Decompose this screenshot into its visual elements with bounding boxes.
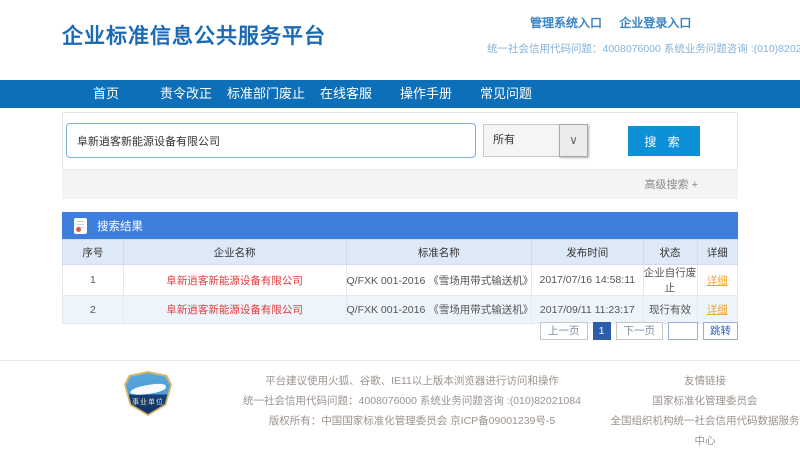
col-status: 状态 xyxy=(643,240,697,265)
results-title: 搜索结果 xyxy=(97,218,143,234)
status-text: 企业自行废止 xyxy=(643,265,697,296)
nav-item-online-service[interactable]: 在线客服 xyxy=(306,80,386,108)
nav-item-faq[interactable]: 常见问题 xyxy=(466,80,546,108)
footer-link-code-center[interactable]: 全国组织机构统一社会信用代码数据服务中心 xyxy=(610,411,800,451)
chevron-down-icon[interactable]: ∨ xyxy=(559,124,588,157)
nav-item-dept-repeal[interactable]: 标准部门废止 xyxy=(226,80,306,108)
search-button[interactable]: 搜 索 xyxy=(628,126,700,156)
col-detail: 详细 xyxy=(697,240,738,265)
page-header: 企业标准信息公共服务平台 管理系统入口 企业登录入口 统一社会信用代码问题：40… xyxy=(0,0,800,80)
search-panel: 所有 ∨ 搜 索 xyxy=(62,112,738,169)
company-link[interactable]: 阜新逍客新能源设备有限公司 xyxy=(166,304,303,316)
page-jump-input[interactable] xyxy=(668,322,698,340)
results-section: 搜索结果 序号 企业名称 标准名称 发布时间 状态 详细 1 阜新逍客新能源设备… xyxy=(62,212,738,324)
row-index: 2 xyxy=(63,296,124,324)
publish-time: 2017/09/11 11:23:17 xyxy=(532,296,643,324)
header-contact-info: 统一社会信用代码问题：4008076000 系统业务问题咨询 :(010)820… xyxy=(487,41,800,56)
footer-copyright-line: 版权所有：中国国家标准化管理委员会 京ICP备09001239号-5 xyxy=(214,411,610,431)
filter-select[interactable]: 所有 xyxy=(483,124,559,157)
results-header-bar: 搜索结果 xyxy=(62,212,738,239)
publish-time: 2017/07/16 14:58:11 xyxy=(532,265,643,296)
badge-swoosh-decoration xyxy=(130,383,167,397)
document-icon xyxy=(74,218,87,234)
main-nav: 首页 责令改正 标准部门废止 在线客服 操作手册 常见问题 xyxy=(0,80,800,108)
status-text: 现行有效 xyxy=(643,296,697,324)
page-jump-button[interactable]: 跳转 xyxy=(703,322,738,340)
company-link[interactable]: 阜新逍客新能源设备有限公司 xyxy=(166,275,303,287)
col-standard: 标准名称 xyxy=(346,240,532,265)
nav-item-order-correction[interactable]: 责令改正 xyxy=(146,80,226,108)
detail-link[interactable]: 详细 xyxy=(707,304,728,316)
advanced-search-strip: 高级搜索 + xyxy=(62,169,738,199)
results-table: 序号 企业名称 标准名称 发布时间 状态 详细 1 阜新逍客新能源设备有限公司 … xyxy=(62,239,738,324)
table-row: 2 阜新逍客新能源设备有限公司 Q/FXK 001-2016 《雪场用带式输送机… xyxy=(63,296,738,324)
footer-info-block: 平台建议使用火狐、谷歌、IE11以上版本浏览器进行访问和操作 统一社会信用代码问… xyxy=(214,371,610,431)
col-published: 发布时间 xyxy=(532,240,643,265)
current-page-button[interactable]: 1 xyxy=(593,322,611,340)
next-page-button[interactable]: 下一页 xyxy=(616,322,664,340)
detail-link[interactable]: 详细 xyxy=(707,275,728,287)
friend-links-title: 友情链接 xyxy=(610,371,800,391)
advanced-search-link[interactable]: 高级搜索 + xyxy=(645,179,698,191)
standard-name: Q/FXK 001-2016 《雪场用带式输送机》 xyxy=(346,265,532,296)
footer-links-block: 友情链接 国家标准化管理委员会 全国组织机构统一社会信用代码数据服务中心 xyxy=(610,371,800,451)
admin-entry-link[interactable]: 管理系统入口 xyxy=(530,16,602,30)
row-index: 1 xyxy=(63,265,124,296)
standard-name: Q/FXK 001-2016 《雪场用带式输送机》 xyxy=(346,296,532,324)
badge-label: 事业单位 xyxy=(126,397,170,407)
col-index: 序号 xyxy=(63,240,124,265)
institution-badge[interactable]: 事业单位 xyxy=(124,371,172,416)
search-input[interactable] xyxy=(66,123,476,158)
nav-item-home[interactable]: 首页 xyxy=(66,80,146,108)
footer-contact-line: 统一社会信用代码问题：4008076000 系统业务问题咨询 :(010)820… xyxy=(214,391,610,411)
prev-page-button[interactable]: 上一页 xyxy=(540,322,588,340)
site-title: 企业标准信息公共服务平台 xyxy=(62,20,326,50)
table-header-row: 序号 企业名称 标准名称 发布时间 状态 详细 xyxy=(63,240,738,265)
footer-link-sac[interactable]: 国家标准化管理委员会 xyxy=(610,391,800,411)
table-row: 1 阜新逍客新能源设备有限公司 Q/FXK 001-2016 《雪场用带式输送机… xyxy=(63,265,738,296)
enterprise-login-link[interactable]: 企业登录入口 xyxy=(619,16,691,30)
col-company: 企业名称 xyxy=(123,240,346,265)
nav-item-manual[interactable]: 操作手册 xyxy=(386,80,466,108)
header-links: 管理系统入口 企业登录入口 xyxy=(530,14,705,31)
pagination: 上一页 1 下一页 跳转 xyxy=(540,322,738,340)
page-footer: 事业单位 平台建议使用火狐、谷歌、IE11以上版本浏览器进行访问和操作 统一社会… xyxy=(0,360,800,438)
shield-icon: 事业单位 xyxy=(126,373,170,414)
footer-browser-advice: 平台建议使用火狐、谷歌、IE11以上版本浏览器进行访问和操作 xyxy=(214,371,610,391)
